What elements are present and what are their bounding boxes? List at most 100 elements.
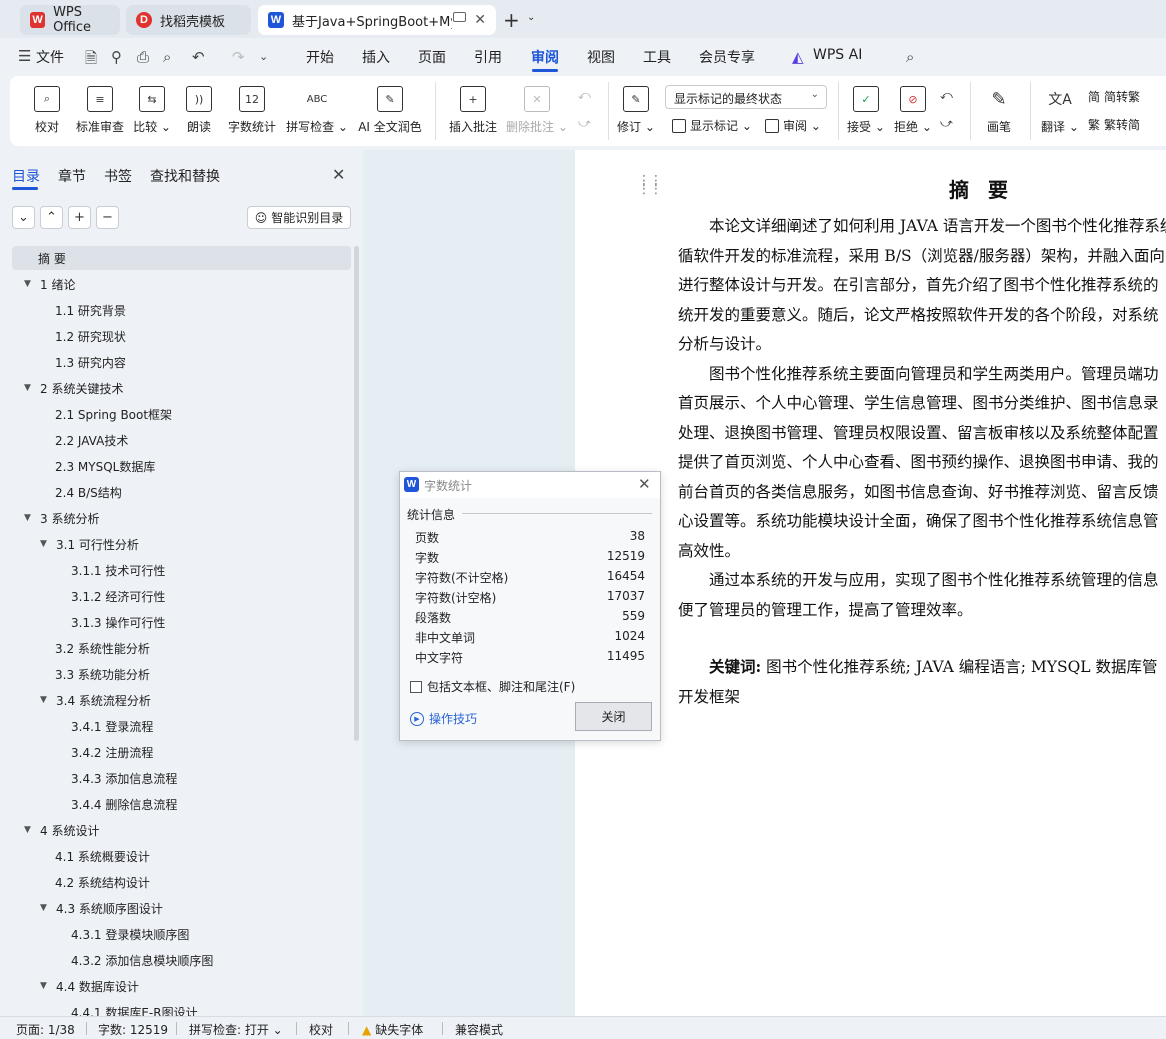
nav-tab-find-replace[interactable]: 查找和替换 [150,166,220,186]
nav-tab-toc[interactable]: 目录 [12,166,40,186]
tab-document[interactable]: W 基于Java+SpringBoot+MyS ✕ [258,5,496,35]
toc-item[interactable]: 3.4.1 登录流程 [71,714,153,738]
menu-start[interactable]: 开始 [306,47,334,67]
close-button[interactable]: 关闭 [575,702,652,731]
translate-button[interactable]: 文A 翻译 ⌄ [1040,76,1080,146]
toc-item[interactable]: ▼ 3.1 可行性分析 [40,532,139,556]
toc-item[interactable]: 4.3.2 添加信息模块顺序图 [71,948,213,972]
redo-icon[interactable]: ↷ [232,48,245,66]
expand-arrow-icon[interactable]: ▼ [24,513,34,523]
show-markup-button[interactable]: 显示标记 ⌄ [672,117,752,134]
checkbox-box[interactable] [410,680,422,693]
toc-item[interactable]: 3.1.2 经济可行性 [71,584,165,608]
close-tab-icon[interactable]: ✕ [474,12,486,28]
expand-arrow-icon[interactable]: ▼ [24,383,34,393]
print-icon[interactable]: ⎙ [137,48,149,66]
expand-arrow-icon[interactable]: ▼ [40,539,50,549]
include-footnotes-checkbox[interactable]: 包括文本框、脚注和尾注(F) [410,678,575,695]
toc-item[interactable]: ▼ 4.4 数据库设计 [40,974,139,998]
toc-item[interactable]: 1.2 研究现状 [55,324,126,348]
toc-item[interactable]: 4.2 系统结构设计 [55,870,150,894]
close-icon[interactable]: ✕ [638,475,651,493]
menu-insert[interactable]: 插入 [362,47,390,67]
nav-tab-bookmarks[interactable]: 书签 [104,166,132,186]
read-aloud-button[interactable]: )) 朗读 [182,76,216,146]
toc-item[interactable]: 2.2 JAVA技术 [55,428,128,452]
toc-item[interactable]: ▼ 2 系统关键技术 [24,376,123,400]
expand-arrow-icon[interactable]: ▼ [24,279,34,289]
link-icon[interactable]: ⚲ [111,48,122,66]
smart-toc-button[interactable]: ☺ 智能识别目录 [247,206,351,229]
toc-item[interactable]: 2.4 B/S结构 [55,480,122,504]
tab-wps-office[interactable]: W WPS Office [20,5,120,35]
standard-review-button[interactable]: ≡ 标准审查 [74,76,126,146]
save-icon[interactable]: 🗎 [85,48,97,73]
toc-item[interactable]: 1.1 研究背景 [55,298,126,322]
undo-icon[interactable]: ↶ [192,48,205,66]
spell-check-indicator[interactable]: 拼写检查: 打开 ⌄ [189,1021,283,1038]
menu-file[interactable]: 文件 [36,47,64,67]
hamburger-icon[interactable]: ☰ [18,47,31,65]
to-simplified-button[interactable]: 繁繁转简 [1088,116,1140,133]
toc-item[interactable]: 3.2 系统性能分析 [55,636,150,660]
remove-heading-button[interactable]: − [96,206,119,229]
toc-item[interactable]: 1.3 研究内容 [55,350,126,374]
toc-item[interactable]: 3.4.3 添加信息流程 [71,766,177,790]
toc-item[interactable]: 4.1 系统概要设计 [55,844,150,868]
menu-reference[interactable]: 引用 [474,47,502,67]
toc-item[interactable]: 3.4.4 删除信息流程 [71,792,177,816]
toc-item[interactable]: 2.1 Spring Boot框架 [55,402,172,426]
expand-arrow-icon[interactable]: ▼ [40,981,50,991]
tips-link[interactable]: ▶ 操作技巧 [410,710,477,727]
page-indicator[interactable]: 页面: 1/38 [16,1021,75,1038]
proof-indicator[interactable]: 校对 [309,1021,333,1038]
word-count-indicator[interactable]: 字数: 12519 [98,1021,168,1038]
toc-item[interactable]: ▼ 1 绪论 [24,272,75,296]
search-icon[interactable]: ⌕ [906,48,914,66]
chevron-down-icon[interactable]: ⌄ [527,12,535,23]
to-traditional-button[interactable]: 简简转繁 [1088,88,1140,105]
monitor-icon[interactable] [453,12,466,22]
menu-member[interactable]: 会员专享 [699,47,755,67]
prev-comment-icon[interactable]: ⤺ [578,88,591,103]
menu-page[interactable]: 页面 [418,47,446,67]
prev-change-icon[interactable]: ⤺ [940,88,953,103]
revise-button[interactable]: ✎ 修订 ⌄ [616,76,656,146]
chevron-down-icon[interactable]: ⌄ [259,50,268,63]
toc-item[interactable]: ▼ 3.4 系统流程分析 [40,688,151,712]
toc-item[interactable]: 摘 要 [12,246,351,270]
toc-item[interactable]: ▼ 4.3 系统顺序图设计 [40,896,163,920]
toc-item[interactable]: 3.3 系统功能分析 [55,662,150,686]
expand-arrow-icon[interactable]: ▼ [40,695,50,705]
missing-font-indicator[interactable]: ▲ 缺失字体 [362,1021,423,1038]
toc-item[interactable]: ▼ 3 系统分析 [24,506,99,530]
toc-item[interactable]: 3.1.1 技术可行性 [71,558,165,582]
add-heading-button[interactable]: + [68,206,91,229]
spell-check-button[interactable]: ABC 拼写检查 ⌄ [286,76,348,146]
word-count-button[interactable]: 12 字数统计 [226,76,278,146]
print-preview-icon[interactable]: ⌕ [163,48,171,66]
expand-down-button[interactable]: ⌄ [12,206,35,229]
markup-state-select[interactable]: 显示标记的最终状态 ⌄ [665,85,827,109]
toc-item[interactable]: 4.4.1 数据库E-R图设计 [71,1000,198,1017]
ai-polish-button[interactable]: ✎ AI 全文润色 [356,76,424,146]
toc-item[interactable]: 2.3 MYSQL数据库 [55,454,155,478]
drag-handle-icon[interactable]: ⋮⋮ ⋮⋮ [637,174,663,196]
toc-item[interactable]: 3.4.2 注册流程 [71,740,153,764]
compare-button[interactable]: ⇆ 比较 ⌄ [133,76,171,146]
next-change-icon[interactable]: ⤻ [940,116,953,131]
menu-review[interactable]: 审阅 [531,47,559,67]
accept-button[interactable]: ✓ 接受 ⌄ [846,76,886,146]
delete-comment-button[interactable]: ✕ 删除批注 ⌄ [506,76,568,146]
menu-view[interactable]: 视图 [587,47,615,67]
toc-item[interactable]: 4.3.1 登录模块顺序图 [71,922,189,946]
close-panel-icon[interactable]: ✕ [332,165,345,184]
dialog-titlebar[interactable]: W 字数统计 ✕ [400,472,660,498]
insert-comment-button[interactable]: + 插入批注 [446,76,500,146]
menu-wps-ai[interactable]: WPS AI [813,47,862,63]
nav-tab-sections[interactable]: 章节 [58,166,86,186]
toc-item[interactable]: ▼ 4 系统设计 [24,818,99,842]
collapse-up-button[interactable]: ⌃ [40,206,63,229]
menu-tools[interactable]: 工具 [643,47,671,67]
reject-button[interactable]: ⊘ 拒绝 ⌄ [893,76,933,146]
